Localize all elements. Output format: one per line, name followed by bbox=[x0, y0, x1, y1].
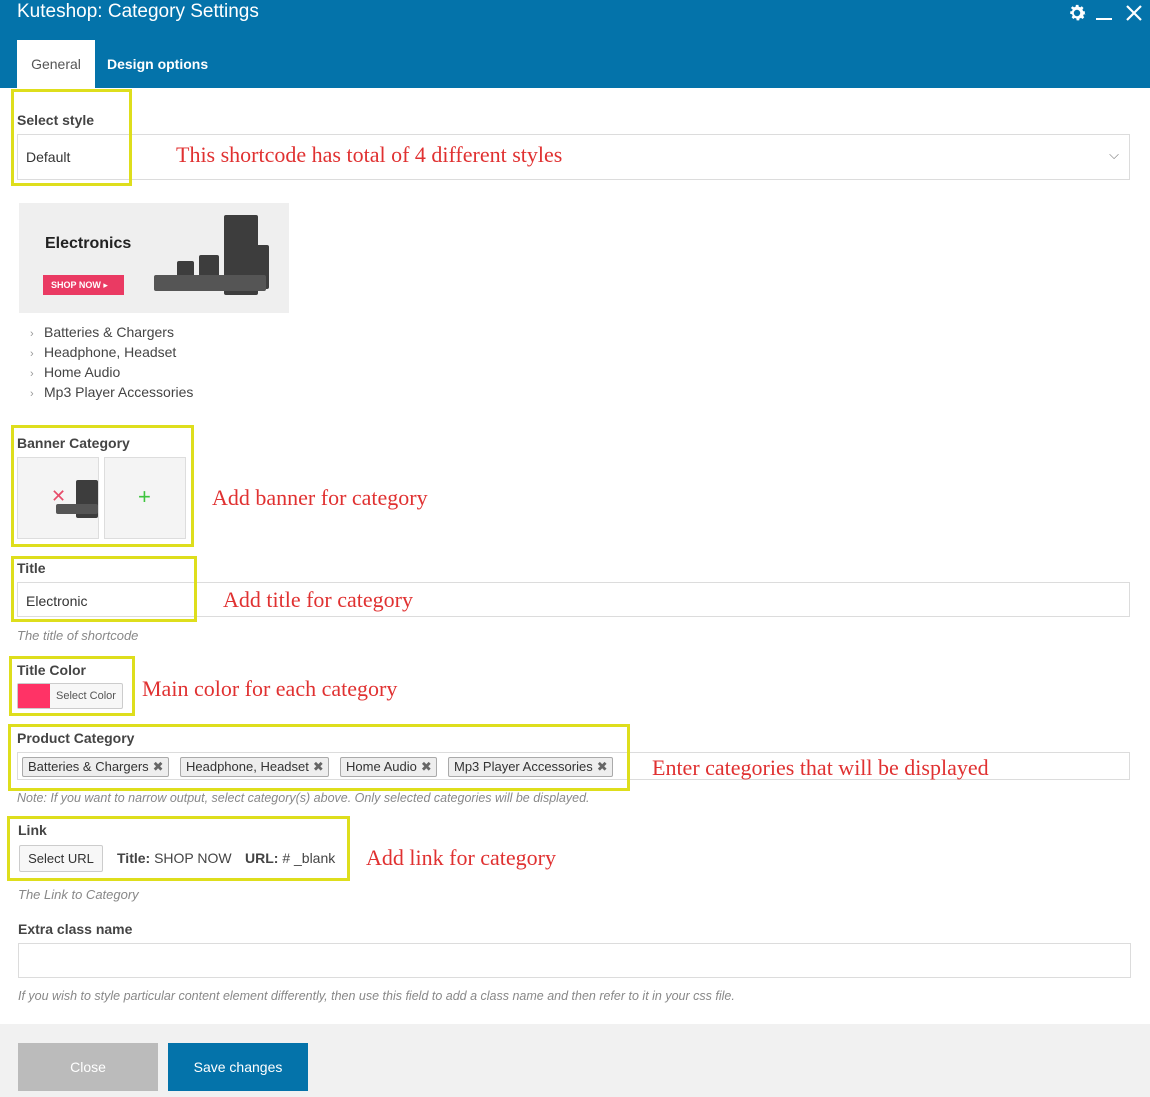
highlight-title bbox=[11, 556, 197, 622]
highlight-banner-category bbox=[11, 425, 194, 547]
minimize-icon[interactable] bbox=[1094, 2, 1114, 28]
close-icon[interactable] bbox=[1124, 2, 1144, 28]
modal-header: Kuteshop: Category Settings General Desi… bbox=[0, 0, 1150, 88]
list-item: › Mp3 Player Accessories bbox=[30, 384, 194, 400]
product-category-hint: Note: If you want to narrow output, sele… bbox=[17, 791, 590, 805]
annotation-product-category: Enter categories that will be displayed bbox=[652, 755, 989, 780]
annotation-banner-category: Add banner for category bbox=[212, 485, 428, 510]
list-item: › Headphone, Headset bbox=[30, 344, 177, 360]
list-item: › Home Audio bbox=[30, 364, 121, 380]
preview-banner-title: Electronics bbox=[45, 235, 132, 252]
highlight-product-category bbox=[8, 724, 630, 791]
annotation-select-style: This shortcode has total of 4 different … bbox=[176, 142, 563, 167]
link-hint: The Link to Category bbox=[18, 887, 139, 902]
gear-icon[interactable] bbox=[1066, 2, 1088, 28]
highlight-title-color bbox=[9, 656, 135, 716]
list-item: › Batteries & Chargers bbox=[30, 324, 174, 340]
preview-shop-now-button: SHOP NOW ▸ bbox=[43, 275, 124, 295]
save-changes-button[interactable]: Save changes bbox=[168, 1043, 308, 1091]
extra-class-input[interactable] bbox=[18, 943, 1131, 978]
annotation-link: Add link for category bbox=[366, 845, 556, 870]
title-hint: The title of shortcode bbox=[17, 628, 139, 643]
chevron-down-icon: ⌵ bbox=[1109, 147, 1119, 162]
highlight-link bbox=[7, 816, 350, 881]
tab-general[interactable]: General bbox=[17, 40, 95, 88]
dvd-player-graphic bbox=[154, 275, 266, 291]
extra-class-hint: If you wish to style particular content … bbox=[18, 989, 735, 1003]
highlight-select-style bbox=[11, 89, 132, 186]
extra-class-label: Extra class name bbox=[18, 921, 133, 937]
tab-design-options[interactable]: Design options bbox=[107, 40, 208, 88]
style-preview-image: Electronics SHOP NOW ▸ bbox=[19, 203, 289, 313]
modal-title: Kuteshop: Category Settings bbox=[17, 1, 259, 22]
annotation-title: Add title for category bbox=[223, 587, 413, 612]
preview-category-list: › Batteries & Chargers › Headphone, Headse… bbox=[30, 322, 193, 402]
annotation-title-color: Main color for each category bbox=[142, 676, 398, 701]
close-button[interactable]: Close bbox=[18, 1043, 158, 1091]
